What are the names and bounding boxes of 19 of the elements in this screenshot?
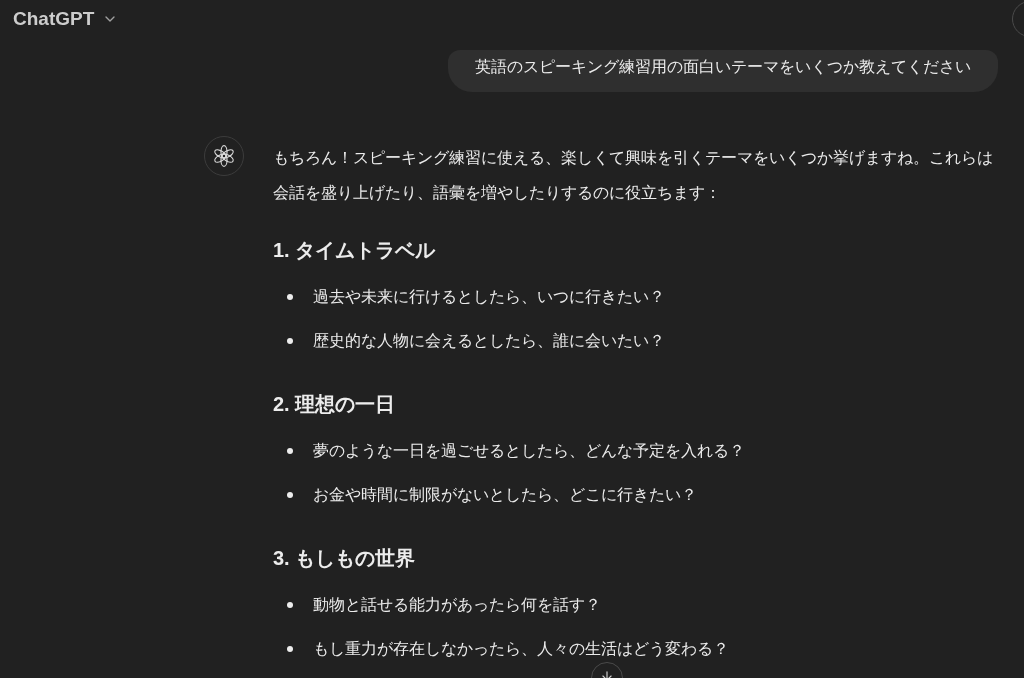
assistant-intro-text: もちろん！スピーキング練習に使える、楽しくて興味を引くテーマをいくつか挙げますね。これらは会話を盛り上げたり、語彙を増やしたりするのに役立ちます： bbox=[273, 148, 994, 203]
bullet-icon bbox=[287, 448, 293, 454]
list-item-text: 動物と話せる能力があったら何を話す？ bbox=[313, 595, 601, 615]
list-item-text: お金や時間に制限がないとしたら、どこに行きたい？ bbox=[313, 485, 697, 505]
section-heading: 2. 理想の一日 bbox=[273, 392, 397, 417]
bullet-icon bbox=[287, 338, 293, 344]
rosette-logo-icon bbox=[213, 145, 235, 167]
bullet-icon bbox=[287, 492, 293, 498]
bullet-icon bbox=[287, 646, 293, 652]
list-item-text: 歴史的な人物に会えるとしたら、誰に会いたい？ bbox=[313, 331, 665, 351]
bullet-icon bbox=[287, 294, 293, 300]
list-item-text: 過去や未来に行けるとしたら、いつに行きたい？ bbox=[313, 287, 665, 307]
bullet-icon bbox=[287, 602, 293, 608]
list-item-text: もし重力が存在しなかったら、人々の生活はどう変わる？ bbox=[313, 639, 729, 659]
list-item-text: 夢のような一日を過ごせるとしたら、どんな予定を入れる？ bbox=[313, 441, 745, 461]
model-selector[interactable]: ChatGPT bbox=[13, 4, 119, 34]
section-heading: 3. もしもの世界 bbox=[273, 546, 417, 571]
section-heading: 1. タイムトラベル bbox=[273, 238, 437, 263]
user-message-bubble: 英語のスピーキング練習用の面白いテーマをいくつか教えてください bbox=[448, 50, 998, 92]
